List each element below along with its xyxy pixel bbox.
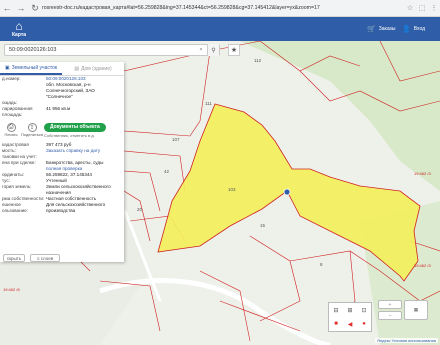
info-row-label: ларированная площадь: <box>2 106 33 117</box>
info-row: ользование: производства <box>0 208 124 214</box>
home-label: Карта <box>11 31 27 38</box>
orders-button[interactable]: 🛒 Заказы <box>367 17 395 41</box>
info-row-value: производства <box>46 208 76 213</box>
parcel-info-rows: д.номер: 50:09:0020126:103 обл. Московская… <box>0 76 124 118</box>
info-row-label <box>2 88 46 100</box>
browser-url-bar: ← → ↻ rosreestr-doc.ru/кадастровая_карта… <box>0 0 440 17</box>
hide-panel-button[interactable]: скрыть <box>3 254 25 262</box>
ruler-icon[interactable]: ⊟ <box>329 303 343 317</box>
parcel-label-c: 111 <box>205 101 212 106</box>
parcel-label-h: 8 <box>320 262 323 267</box>
tab-land-label: Земельный участок <box>11 64 58 71</box>
parcel-details-rows: кадастровая 397 473 руб мость: Заказать спр… <box>0 142 124 214</box>
map-tools: ⊟ ⊞ ⊡ ■ ◀ ● <box>328 302 372 332</box>
app-header: ⌂ Карта 🛒 Заказы 👤 Вход <box>0 17 440 41</box>
tab-land[interactable]: ▣ Земельный участок <box>0 62 62 75</box>
zoom-in-button[interactable]: + <box>378 300 402 309</box>
orders-label: Заказы <box>378 26 396 32</box>
print-icon: ⎙ <box>6 123 16 132</box>
location-marker[interactable] <box>283 188 291 196</box>
land-icon: ▣ <box>4 64 10 71</box>
print-button[interactable]: ⎙ Печать <box>2 123 20 137</box>
road-label-2: 19:462 /3 <box>414 171 431 176</box>
parcel-label-f: 20 <box>137 207 143 212</box>
building-icon: ▤ <box>74 65 80 72</box>
cadastral-search[interactable]: 50:09:0020126:103 × ⚲ <box>4 44 220 56</box>
layers-icon: ≡ <box>36 255 40 261</box>
object-documents-button[interactable]: Документы объекта <box>44 122 106 132</box>
hide-label: скрыть <box>6 255 22 261</box>
measure-icon[interactable]: ⊞ <box>343 303 357 317</box>
login-button[interactable]: 👤 Вход <box>402 17 425 41</box>
tab-building[interactable]: ▤ Дом (здание) <box>62 62 124 75</box>
map-attribution[interactable]: Яндекс Условия использования <box>375 338 438 343</box>
road-label-4: 19:462 /6 <box>3 287 20 292</box>
parcel-info-panel: ▣ Земельный участок ▤ Дом (здание) д.номер… <box>0 62 124 262</box>
layers-button[interactable]: ≡ слоев <box>30 254 60 262</box>
back-icon[interactable]: ← <box>0 0 14 17</box>
parcel-label-e: 42 <box>164 169 170 174</box>
search-icon[interactable]: ⚲ <box>207 44 219 56</box>
share-icon: ⇪ <box>27 123 37 132</box>
forward-icon[interactable]: → <box>14 0 28 17</box>
parcel-label-b: 112 <box>254 58 262 63</box>
home-icon: ⌂ <box>15 18 23 33</box>
home-button[interactable]: ⌂ Карта <box>0 17 38 41</box>
parcel-label-g: 15 <box>260 223 266 228</box>
marker-icon[interactable]: ■ <box>329 317 343 331</box>
reload-icon[interactable]: ↻ <box>28 0 42 17</box>
minus-icon: − <box>388 313 392 318</box>
zoom-out-button[interactable]: − <box>378 311 402 320</box>
parcel-label-a: 103 <box>228 187 236 192</box>
layers-label: слоев <box>40 255 54 261</box>
clear-icon[interactable]: × <box>195 47 207 53</box>
docs-button-label: Документы объекта <box>50 124 100 130</box>
info-row-value: 41 956 кв.м <box>46 106 71 111</box>
favorite-button[interactable]: ★ <box>228 44 240 56</box>
road-label-3: 19:462 /3 <box>414 263 431 268</box>
owner-note: Собственник, отметить в д. <box>44 132 95 138</box>
parcel-label-d: 107 <box>172 137 180 142</box>
map-type-button[interactable]: ▦ <box>404 300 428 320</box>
address-field[interactable]: rosreestr-doc.ru/кадастровая_карта#lat=5… <box>42 5 404 11</box>
info-row: ларированная площадь: 41 956 кв.м <box>0 106 124 118</box>
plus-icon: + <box>388 302 392 307</box>
print-label: Печать <box>4 132 18 137</box>
panel-actions: ⎙ Печать ⇪ Поделиться Документы объекта Со… <box>0 118 124 142</box>
user-icon: 👤 <box>402 26 411 33</box>
sound-icon[interactable]: ◀ <box>343 317 357 331</box>
extension-icon[interactable]: ⬚ <box>416 0 428 17</box>
login-label: Вход <box>413 26 426 32</box>
info-row-value: Солнечногорский, ЗАО "Солнечное" <box>46 88 95 99</box>
share-label: Поделиться <box>20 132 44 137</box>
star-bookmark-icon[interactable]: ☆ <box>404 0 416 17</box>
info-row-label: ользование: <box>2 208 29 213</box>
share-button[interactable]: ⇪ Поделиться <box>20 123 44 137</box>
info-row: Солнечногорский, ЗАО "Солнечное" <box>0 88 124 100</box>
menu-icon[interactable]: ⋮ <box>428 0 440 17</box>
record-icon[interactable]: ● <box>357 317 371 331</box>
cart-icon: 🛒 <box>367 26 376 33</box>
fullscreen-icon[interactable]: ⊡ <box>357 303 371 317</box>
map-type-icon: ▦ <box>413 307 419 312</box>
panel-tabs: ▣ Земельный участок ▤ Дом (здание) <box>0 62 124 76</box>
tab-building-label: Дом (здание) <box>81 65 112 72</box>
search-input[interactable]: 50:09:0020126:103 <box>5 47 195 53</box>
star-icon: ★ <box>230 47 238 54</box>
